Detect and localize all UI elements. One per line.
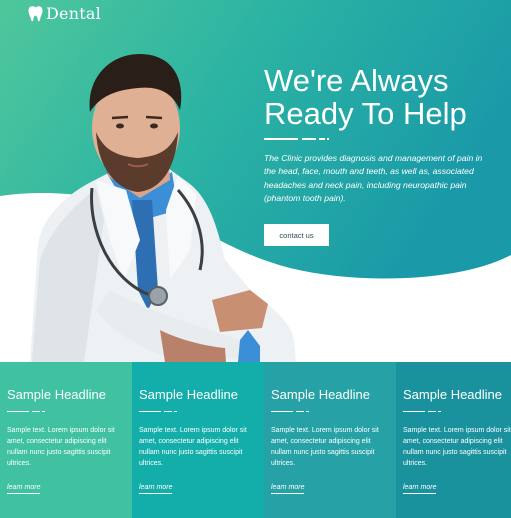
brand-logo[interactable]: Dental	[27, 4, 101, 23]
learn-more-link[interactable]: learn more	[7, 484, 41, 494]
card-text: Sample text. Lorem ipsum dolor sit amet,…	[403, 427, 511, 467]
contact-us-button[interactable]: contact us	[264, 224, 329, 246]
hero-headline-line1: We're Always	[264, 63, 449, 98]
feature-card: Sample Headline Sample text. Lorem ipsum…	[264, 362, 396, 518]
card-divider	[139, 411, 179, 413]
tooth-icon	[28, 5, 43, 21]
card-title: Sample Headline	[7, 387, 107, 402]
card-title: Sample Headline	[271, 387, 371, 402]
learn-more-link[interactable]: learn more	[403, 484, 437, 494]
feature-card: Sample Headline Sample text. Lorem ipsum…	[396, 362, 511, 518]
hero-headline: We're Always Ready To Help	[264, 64, 504, 130]
hero-headline-line2: Ready To Help	[264, 96, 467, 131]
card-text: Sample text. Lorem ipsum dolor sit amet,…	[139, 427, 247, 467]
feature-card: Sample Headline Sample text. Lorem ipsum…	[0, 362, 132, 518]
brand-name: Dental	[46, 4, 101, 23]
learn-more-link[interactable]: learn more	[271, 484, 305, 494]
card-divider	[403, 411, 443, 413]
feature-card: Sample Headline Sample text. Lorem ipsum…	[132, 362, 264, 518]
learn-more-link[interactable]: learn more	[139, 484, 173, 494]
feature-cards: Sample Headline Sample text. Lorem ipsum…	[0, 362, 511, 518]
card-text: Sample text. Lorem ipsum dolor sit amet,…	[271, 427, 379, 467]
card-title: Sample Headline	[403, 387, 503, 402]
hero-description: The Clinic provides diagnosis and manage…	[264, 153, 483, 204]
card-divider	[7, 411, 47, 413]
card-title: Sample Headline	[139, 387, 239, 402]
hero-divider	[264, 138, 334, 141]
card-text: Sample text. Lorem ipsum dolor sit amet,…	[7, 427, 115, 467]
card-divider	[271, 411, 311, 413]
hero-section: Dental We're Always Ready To Help The Cl…	[0, 0, 511, 362]
